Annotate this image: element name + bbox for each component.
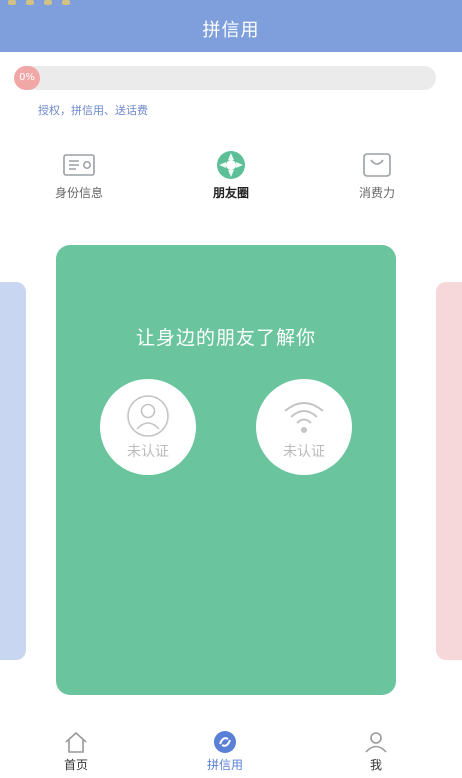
step-label: 朋友圈 bbox=[212, 186, 249, 200]
tab-label: 首页 bbox=[63, 758, 88, 772]
card-title: 让身边的朋友了解你 bbox=[135, 327, 316, 349]
shopping-bag-icon bbox=[363, 153, 391, 177]
step-identity[interactable]: 身份信息 bbox=[24, 150, 134, 201]
step-label: 身份信息 bbox=[54, 186, 103, 200]
tab-credit[interactable]: 拼信用 bbox=[175, 730, 275, 773]
tab-label: 拼信用 bbox=[206, 758, 243, 772]
progress-tip-text: 授权，拼信用、送话费 bbox=[38, 104, 148, 117]
tab-home[interactable]: 首页 bbox=[26, 730, 126, 773]
wifi-icon bbox=[284, 402, 324, 433]
credit-icon bbox=[214, 731, 236, 753]
status-icon bbox=[26, 0, 34, 5]
carousel-card-next[interactable] bbox=[436, 282, 462, 660]
id-card-icon bbox=[63, 154, 95, 176]
step-moments[interactable]: 朋友圈 bbox=[176, 150, 286, 201]
page-title: 拼信用 bbox=[202, 20, 260, 41]
status-icon bbox=[8, 0, 16, 5]
tab-profile[interactable]: 我 bbox=[326, 730, 426, 773]
step-consumption[interactable]: 消费力 bbox=[322, 150, 432, 201]
auth-item-wifi[interactable]: 未认证 bbox=[256, 379, 352, 475]
status-bar-icons bbox=[8, 0, 188, 8]
status-icon bbox=[44, 0, 52, 5]
user-icon bbox=[127, 395, 169, 437]
step-label: 消费力 bbox=[358, 186, 395, 200]
home-icon bbox=[65, 731, 87, 753]
credit-progress-bar bbox=[14, 66, 436, 90]
app-header: 拼信用 bbox=[0, 0, 462, 52]
carousel-card-prev[interactable] bbox=[0, 282, 26, 660]
auth-item-user[interactable]: 未认证 bbox=[100, 379, 196, 475]
profile-icon bbox=[365, 732, 387, 753]
auth-steps: 身份信息 朋友圈 消费力 bbox=[0, 150, 462, 210]
bottom-tab-bar: 首页 拼信用 我 bbox=[0, 724, 462, 778]
moments-auth-card: 让身边的朋友了解你 未认证 未认证 bbox=[56, 245, 396, 695]
progress-percent-badge: 0% bbox=[14, 66, 40, 90]
auth-status: 未认证 bbox=[127, 444, 169, 460]
auth-status: 未认证 bbox=[283, 444, 325, 460]
status-icon bbox=[62, 0, 70, 5]
moments-camera-icon bbox=[217, 151, 245, 179]
tab-label: 我 bbox=[369, 758, 382, 772]
